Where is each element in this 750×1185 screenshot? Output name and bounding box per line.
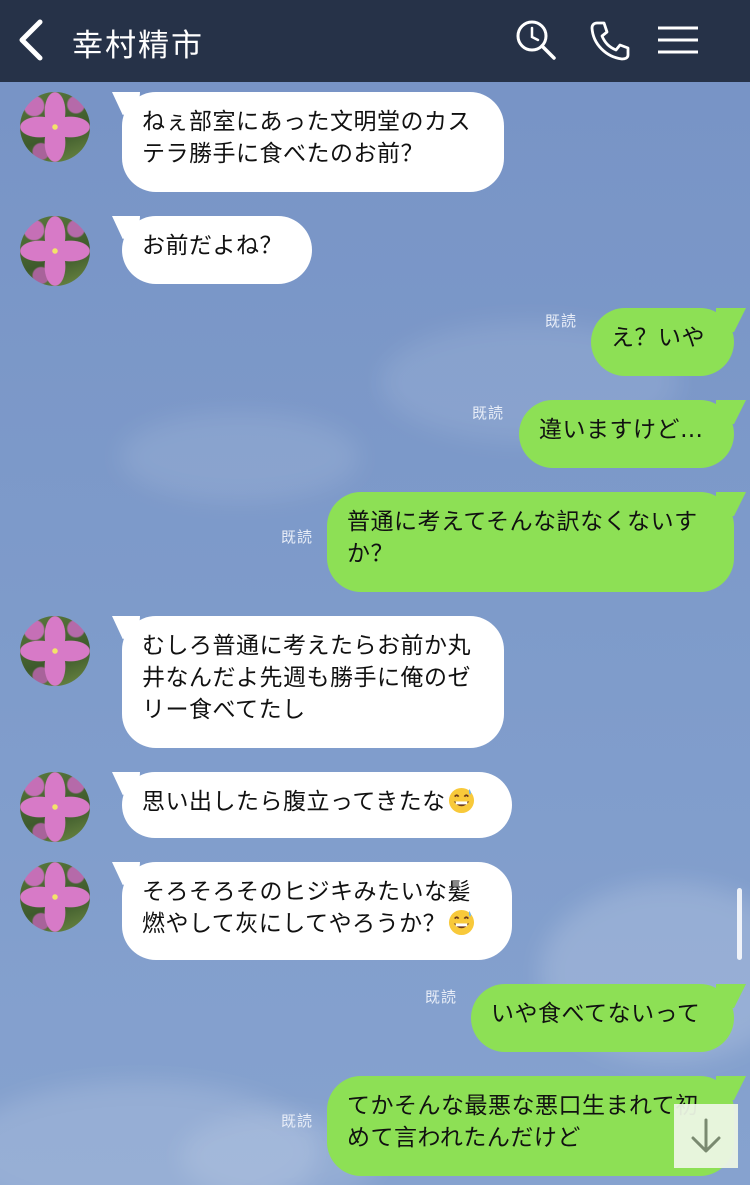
chat-header: 幸村精市 (0, 0, 750, 82)
read-receipt: 既読 (425, 988, 458, 1006)
message-bubble: え？いや (591, 308, 734, 376)
message-bubble: むしろ普通に考えたらお前か丸 井なんだよ先週も勝手に俺のゼ リー食べてたし (122, 616, 504, 748)
message-text: 思い出したら腹立ってきたな (142, 789, 446, 815)
avatar[interactable] (20, 216, 90, 286)
message-bubble: いや食べてないって (471, 984, 734, 1052)
arrow-down-icon (691, 1118, 721, 1153)
read-receipt: 既読 (281, 1112, 314, 1130)
message-bubble: そろそろそのヒジキみたいな髪 燃やして灰にしてやろうか？ (122, 862, 512, 960)
avatar[interactable] (20, 772, 90, 842)
avatar[interactable] (20, 616, 90, 686)
scroll-down-button[interactable] (674, 1104, 738, 1168)
message-bubble: 普通に考えてそんな訳なくないす か？ (327, 492, 734, 592)
message-bubble: ねぇ部室にあった文明堂のカス テラ勝手に食べたのお前？ (122, 92, 504, 192)
scrollbar[interactable] (737, 888, 742, 960)
avatar[interactable] (20, 92, 90, 162)
message-text: そろそろそのヒジキみたいな髪 燃やして灰にしてやろうか？ (142, 879, 471, 937)
read-receipt: 既読 (472, 404, 505, 422)
message-bubble: お前だよね？ (122, 216, 312, 284)
message-bubble: てかそんな最悪な悪口生まれて初 めて言われたんだけど (327, 1076, 734, 1176)
search-icon[interactable] (514, 18, 558, 62)
chevron-left-icon[interactable] (14, 18, 48, 62)
message-bubble: 違いますけど… (519, 400, 734, 468)
phone-icon[interactable] (588, 18, 632, 62)
read-receipt: 既読 (281, 528, 314, 546)
message-bubble: 思い出したら腹立ってきたな (122, 772, 512, 838)
grinning-sweat-emoji (449, 909, 475, 936)
avatar[interactable] (20, 862, 90, 932)
grinning-sweat-emoji (448, 787, 474, 814)
menu-icon[interactable] (656, 20, 700, 60)
chat-title: 幸村精市 (72, 28, 204, 64)
read-receipt: 既読 (545, 312, 578, 330)
